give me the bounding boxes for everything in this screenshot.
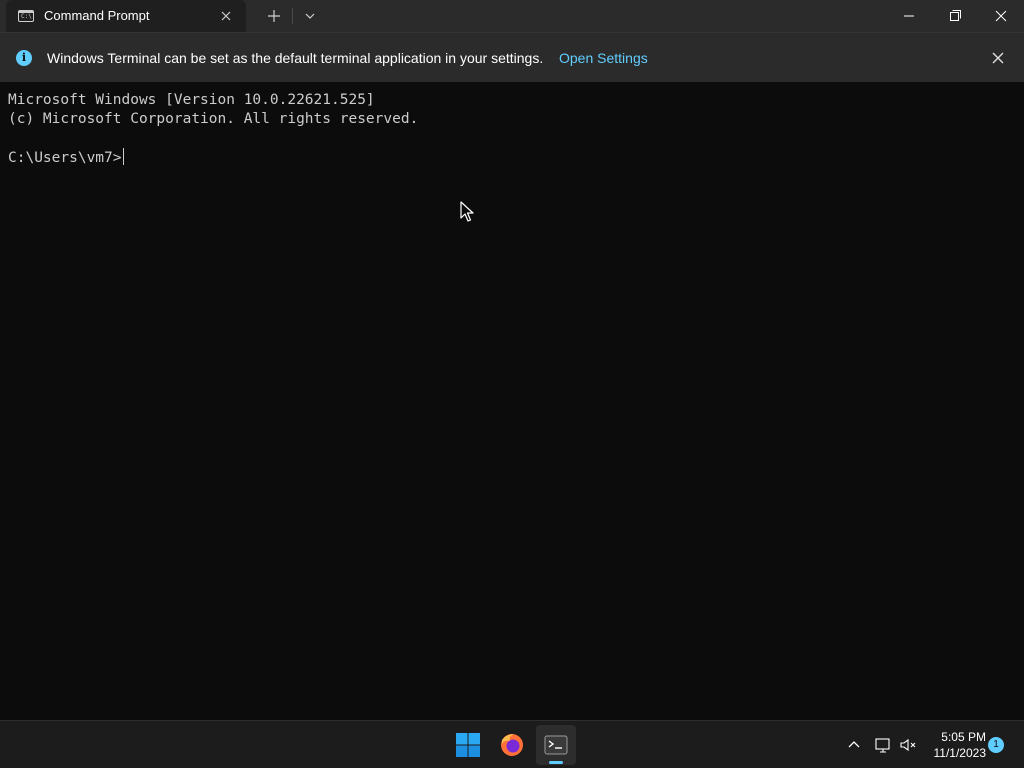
chevron-down-icon[interactable] xyxy=(298,5,322,27)
terminal-icon[interactable] xyxy=(536,725,576,765)
terminal-line: (c) Microsoft Corporation. All rights re… xyxy=(8,111,419,127)
info-bar: i Windows Terminal can be set as the def… xyxy=(0,32,1024,82)
taskbar: 5:05 PM 11/1/2023 1 xyxy=(0,720,1024,768)
cmd-icon: C:\ xyxy=(18,10,34,22)
terminal-area[interactable]: Microsoft Windows [Version 10.0.22621.52… xyxy=(0,82,1024,720)
text-cursor xyxy=(122,148,124,165)
info-icon: i xyxy=(16,50,32,66)
tab-close-icon[interactable] xyxy=(216,6,236,26)
notification-badge[interactable]: 1 xyxy=(988,737,1004,753)
terminal-line: Microsoft Windows [Version 10.0.22621.52… xyxy=(8,92,375,108)
close-window-icon[interactable] xyxy=(978,0,1024,32)
open-settings-link[interactable]: Open Settings xyxy=(559,33,648,83)
prompt-text: C:\Users\vm7> xyxy=(8,150,122,166)
firefox-icon[interactable] xyxy=(492,725,532,765)
start-icon[interactable] xyxy=(448,725,488,765)
title-bar: C:\ Command Prompt xyxy=(0,0,1024,32)
restore-icon[interactable] xyxy=(932,0,978,32)
close-infobar-icon[interactable] xyxy=(988,48,1008,68)
clock-time: 5:05 PM xyxy=(941,730,986,744)
network-icon[interactable] xyxy=(872,735,894,755)
active-app-indicator xyxy=(549,761,563,764)
tab-title: Command Prompt xyxy=(44,8,150,23)
volume-muted-icon[interactable] xyxy=(898,735,920,755)
clock[interactable]: 5:05 PM 11/1/2023 xyxy=(924,729,987,761)
tab-separator xyxy=(292,8,293,24)
chevron-up-icon[interactable] xyxy=(842,735,866,755)
clock-date: 11/1/2023 xyxy=(933,746,987,760)
info-message: Windows Terminal can be set as the defau… xyxy=(47,50,544,66)
new-tab-plus-icon[interactable] xyxy=(262,5,286,27)
tab-command-prompt[interactable]: C:\ Command Prompt xyxy=(6,0,246,32)
mouse-pointer-icon xyxy=(460,201,476,223)
command-prompt-line[interactable]: C:\Users\vm7> xyxy=(8,148,124,168)
minimize-icon[interactable] xyxy=(886,0,932,32)
